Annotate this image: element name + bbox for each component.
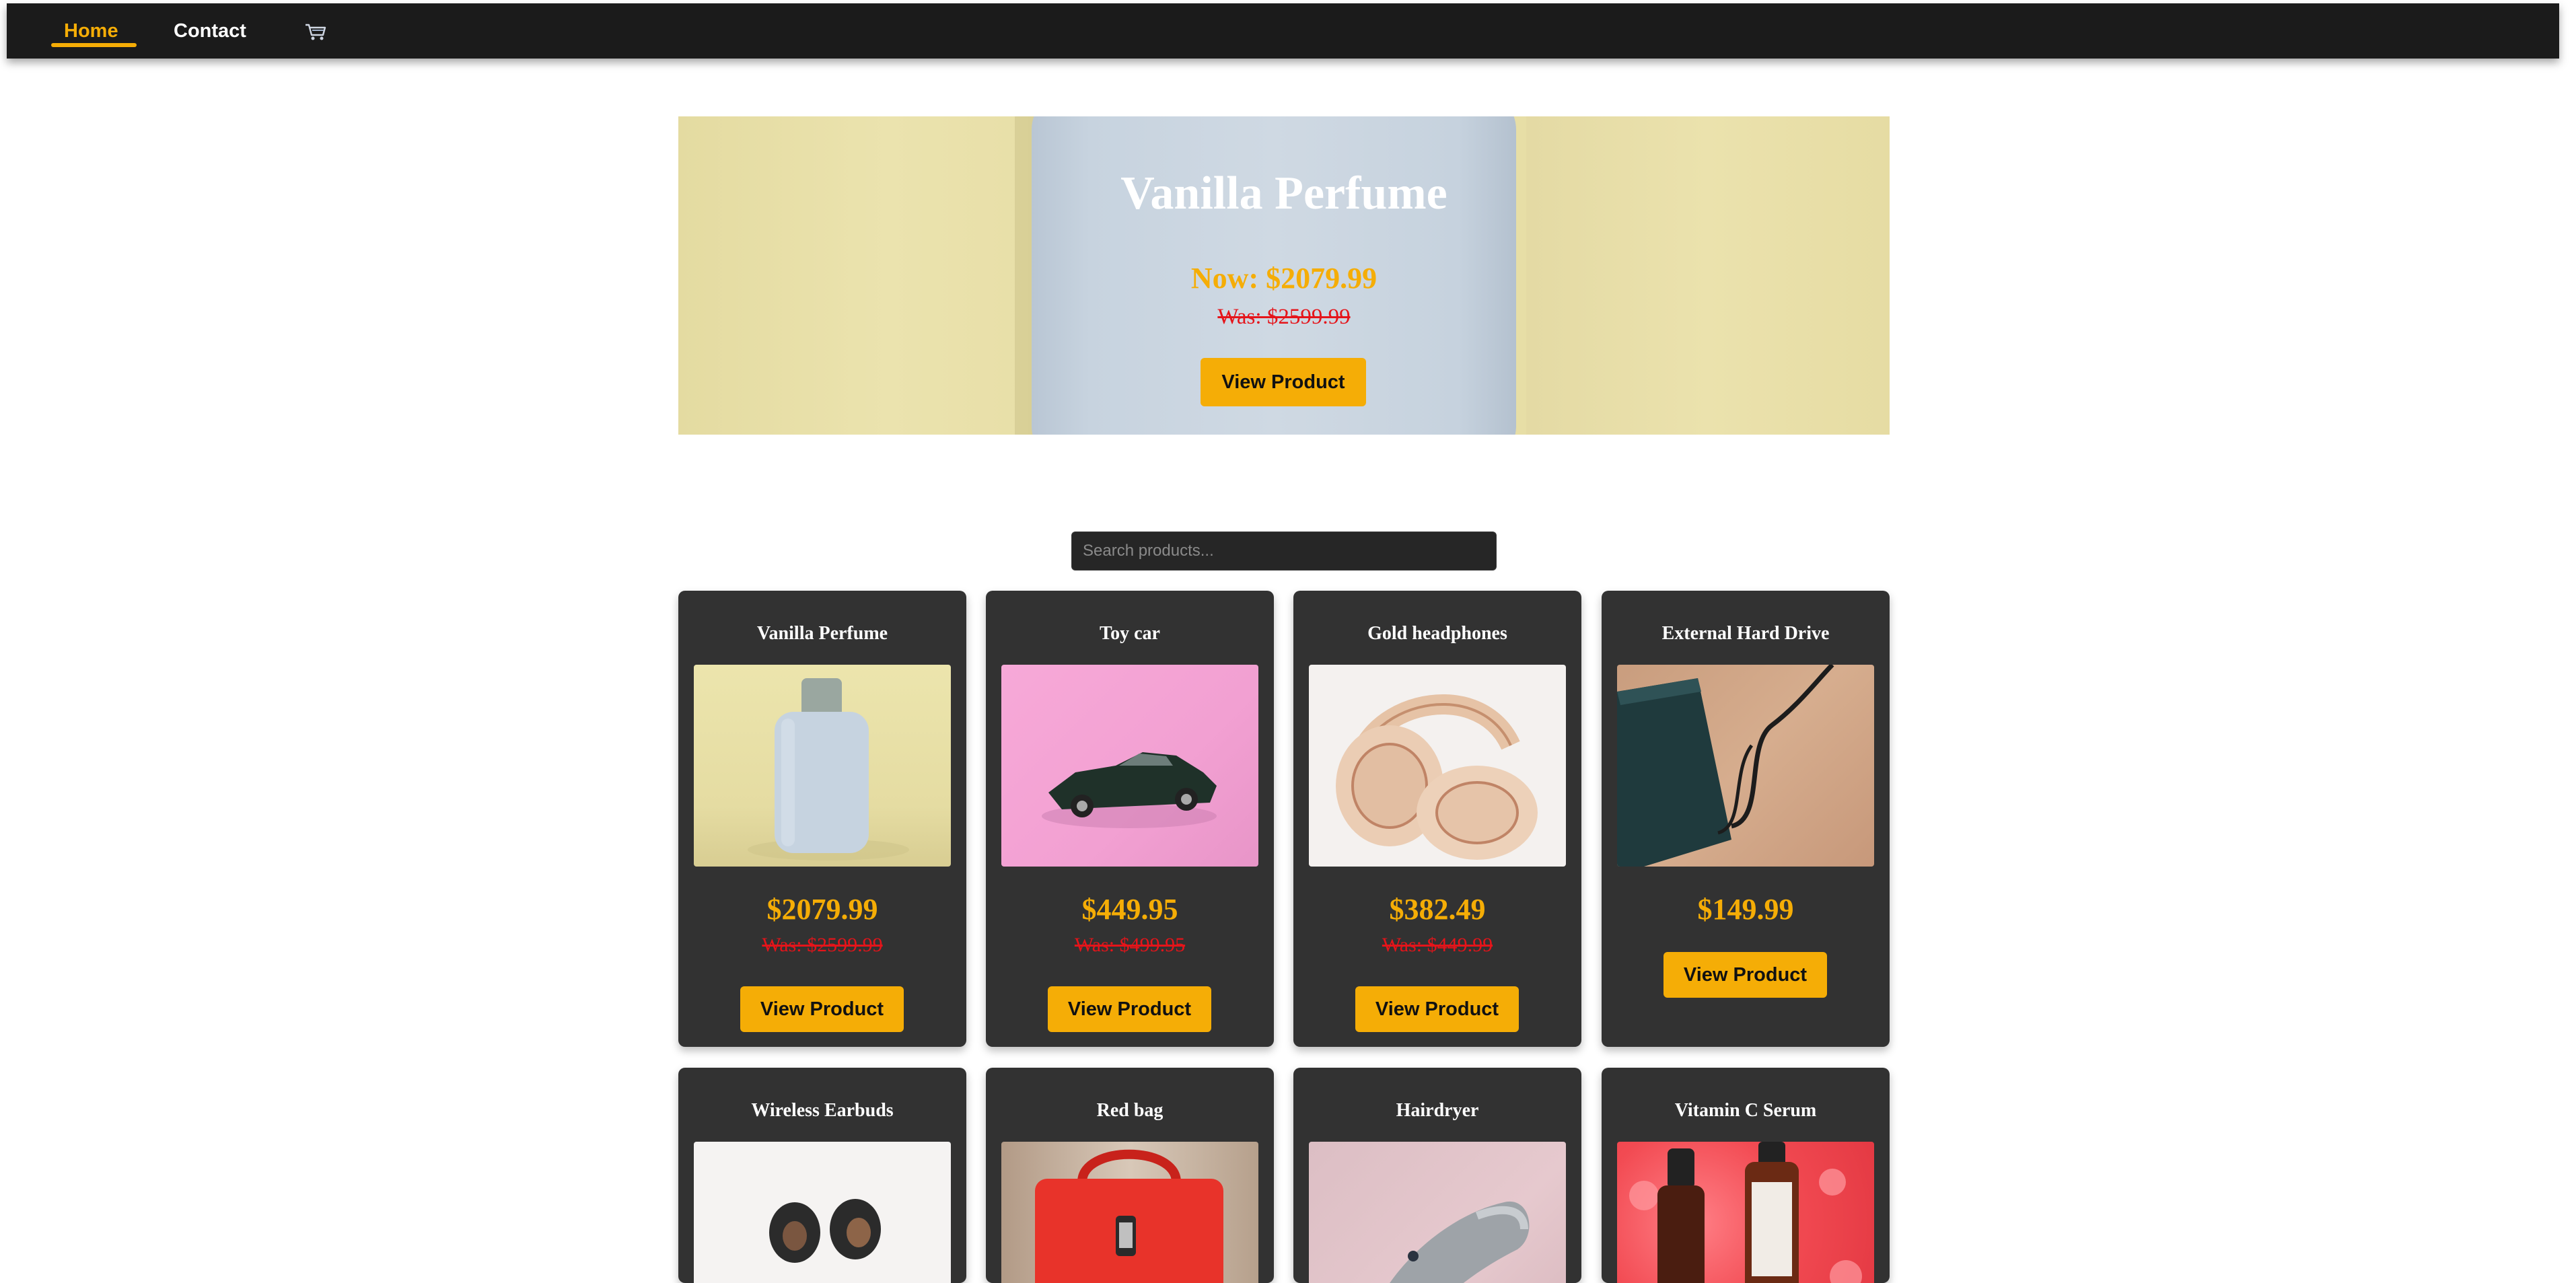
product-image	[1617, 665, 1874, 867]
product-title: Vanilla Perfume	[756, 623, 888, 644]
product-price: $149.99	[1697, 893, 1794, 926]
hard-drive-image	[1617, 665, 1834, 867]
hero-now-price: Now: $2079.99	[1190, 262, 1378, 295]
product-image	[1309, 665, 1566, 867]
view-product-button[interactable]: View Product	[1048, 986, 1211, 1032]
product-title: Toy car	[1100, 623, 1160, 644]
headphones-image	[1336, 694, 1538, 860]
hero-was-price: Was: $2599.99	[1217, 305, 1351, 329]
hero-banner: Vanilla Perfume Now: $2079.99 Was: $2599…	[678, 116, 1890, 435]
product-title: External Hard Drive	[1661, 623, 1830, 644]
hero-title: Vanilla Perfume	[1120, 168, 1447, 219]
product-image	[1001, 665, 1258, 867]
product-card-hairdryer: Hairdryer	[1293, 1068, 1581, 1283]
product-card-vanilla-perfume: Vanilla Perfume $2079.99 Was: $2599.99 V…	[678, 591, 966, 1047]
product-old-price: Was: $499.95	[1074, 934, 1186, 956]
product-card-toy-car: Toy car $449.95 Was: $499.95 View Produc…	[986, 591, 1274, 1047]
product-price: $449.95	[1081, 893, 1178, 926]
product-title: Red bag	[1096, 1100, 1164, 1121]
search-input[interactable]	[1071, 531, 1497, 571]
hero-view-product-button[interactable]: View Product	[1201, 358, 1366, 406]
nav-active-underline	[51, 43, 137, 47]
product-card-vitamin-c-serum: Vitamin C Serum	[1602, 1068, 1890, 1283]
product-price: $382.49	[1389, 893, 1486, 926]
view-product-button[interactable]: View Product	[740, 986, 904, 1032]
product-card-gold-headphones: Gold headphones $382.49 Was: $449.99 Vie…	[1293, 591, 1581, 1047]
product-card-red-bag: Red bag	[986, 1068, 1274, 1283]
product-old-price: Was: $2599.99	[762, 934, 883, 956]
perfume-bottle-image	[748, 678, 909, 860]
view-product-button[interactable]: View Product	[1355, 986, 1519, 1032]
cart-icon	[306, 24, 326, 40]
top-navbar: Home Contact	[7, 3, 2559, 59]
view-product-button[interactable]: View Product	[1663, 952, 1827, 998]
product-title: Vitamin C Serum	[1674, 1100, 1817, 1121]
product-card-external-hard-drive: External Hard Drive $149.99 View Product	[1602, 591, 1890, 1047]
nav-home-link[interactable]: Home	[64, 3, 118, 59]
product-old-price: Was: $449.99	[1382, 934, 1493, 956]
product-card-wireless-earbuds: Wireless Earbuds	[678, 1068, 966, 1283]
product-price: $2079.99	[766, 893, 878, 926]
product-title: Wireless Earbuds	[751, 1100, 894, 1121]
product-title: Hairdryer	[1396, 1100, 1479, 1121]
nav-contact-link[interactable]: Contact	[174, 3, 246, 59]
toy-car-image	[1042, 752, 1217, 828]
product-title: Gold headphones	[1367, 623, 1507, 644]
product-image	[694, 665, 951, 867]
